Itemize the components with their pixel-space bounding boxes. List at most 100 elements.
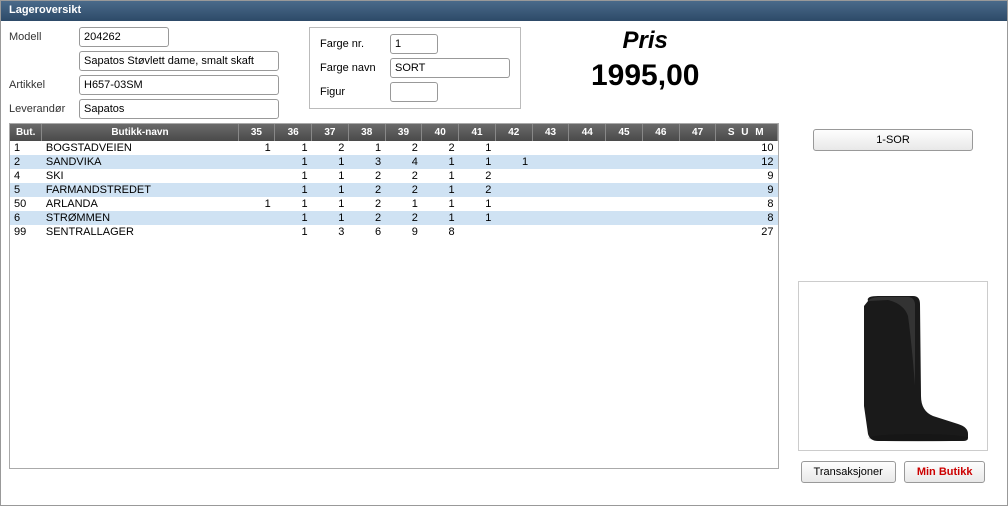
cell bbox=[495, 197, 532, 211]
cell bbox=[495, 211, 532, 225]
sor-button[interactable]: 1-SOR bbox=[813, 129, 973, 151]
cell: 50 bbox=[10, 197, 42, 211]
cell: SENTRALLAGER bbox=[42, 225, 238, 239]
cell: 27 bbox=[716, 225, 778, 239]
cell: 2 bbox=[10, 155, 42, 169]
cell: 2 bbox=[459, 169, 496, 183]
cell: 1 bbox=[459, 155, 496, 169]
boot-icon bbox=[808, 286, 978, 446]
cell bbox=[495, 141, 532, 155]
cell: 1 bbox=[275, 155, 312, 169]
cell bbox=[495, 225, 532, 239]
cell: 1 bbox=[312, 155, 349, 169]
cell bbox=[642, 169, 679, 183]
cell: 1 bbox=[422, 169, 459, 183]
cell bbox=[532, 225, 569, 239]
cell: 1 bbox=[422, 211, 459, 225]
col-header[interactable]: 44 bbox=[569, 124, 606, 141]
col-header[interactable]: 42 bbox=[495, 124, 532, 141]
col-header[interactable]: 39 bbox=[385, 124, 422, 141]
col-header[interactable]: 43 bbox=[532, 124, 569, 141]
cell bbox=[679, 155, 716, 169]
modell-input[interactable] bbox=[79, 27, 169, 47]
artikkel-input[interactable] bbox=[79, 75, 279, 95]
color-form: Farge nr. Farge navn Figur bbox=[309, 27, 521, 109]
cell: SANDVIKA bbox=[42, 155, 238, 169]
cell: SKI bbox=[42, 169, 238, 183]
price-block: Pris 1995,00 bbox=[591, 27, 699, 119]
table-row[interactable]: 4SKI1122129 bbox=[10, 169, 778, 183]
cell: 2 bbox=[385, 183, 422, 197]
cell: 2 bbox=[312, 141, 349, 155]
cell: 1 bbox=[275, 211, 312, 225]
cell bbox=[569, 141, 606, 155]
cell: 6 bbox=[348, 225, 385, 239]
col-header[interactable]: But. bbox=[10, 124, 42, 141]
col-header[interactable]: 46 bbox=[642, 124, 679, 141]
cell: 2 bbox=[348, 197, 385, 211]
cell: 1 bbox=[312, 211, 349, 225]
col-header[interactable]: 45 bbox=[606, 124, 643, 141]
cell: 12 bbox=[716, 155, 778, 169]
cell: 9 bbox=[385, 225, 422, 239]
right-column: 1-SOR Transaksjoner Min Butikk bbox=[787, 123, 999, 483]
cell bbox=[532, 141, 569, 155]
cell bbox=[642, 225, 679, 239]
min-butikk-button[interactable]: Min Butikk bbox=[904, 461, 986, 483]
cell: 1 bbox=[422, 183, 459, 197]
transaksjoner-button[interactable]: Transaksjoner bbox=[801, 461, 896, 483]
cell: ARLANDA bbox=[42, 197, 238, 211]
table-row[interactable]: 50ARLANDA11121118 bbox=[10, 197, 778, 211]
leverandor-input[interactable] bbox=[79, 99, 279, 119]
col-header[interactable]: 47 bbox=[679, 124, 716, 141]
cell bbox=[532, 211, 569, 225]
fargenavn-label: Farge navn bbox=[320, 62, 390, 74]
col-header[interactable]: 41 bbox=[459, 124, 496, 141]
col-header[interactable]: S U M bbox=[716, 124, 778, 141]
cell: 1 bbox=[275, 197, 312, 211]
cell bbox=[642, 183, 679, 197]
cell: 1 bbox=[275, 169, 312, 183]
cell bbox=[642, 197, 679, 211]
cell bbox=[606, 169, 643, 183]
table-row[interactable]: 5FARMANDSTREDET1122129 bbox=[10, 183, 778, 197]
cell bbox=[679, 225, 716, 239]
stock-table-wrap: But.Butikk-navn3536373839404142434445464… bbox=[9, 123, 779, 469]
cell: 2 bbox=[348, 211, 385, 225]
cell: 1 bbox=[495, 155, 532, 169]
col-header[interactable]: 40 bbox=[422, 124, 459, 141]
table-row[interactable]: 2SANDVIKA113411112 bbox=[10, 155, 778, 169]
cell bbox=[679, 169, 716, 183]
figur-label: Figur bbox=[320, 86, 390, 98]
col-header[interactable]: 36 bbox=[275, 124, 312, 141]
cell: 2 bbox=[348, 169, 385, 183]
fargenavn-input[interactable] bbox=[390, 58, 510, 78]
table-row[interactable]: 99SENTRALLAGER1369827 bbox=[10, 225, 778, 239]
cell: 2 bbox=[385, 169, 422, 183]
figur-input[interactable] bbox=[390, 82, 438, 102]
modell-label: Modell bbox=[9, 31, 79, 43]
cell: 9 bbox=[716, 169, 778, 183]
cell bbox=[532, 169, 569, 183]
cell bbox=[606, 225, 643, 239]
col-header[interactable]: Butikk-navn bbox=[42, 124, 238, 141]
cell bbox=[238, 225, 275, 239]
leverandor-label: Leverandør bbox=[9, 103, 79, 115]
cell: 4 bbox=[385, 155, 422, 169]
cell: 2 bbox=[348, 183, 385, 197]
fargenr-input[interactable] bbox=[390, 34, 438, 54]
table-row[interactable]: 6STRØMMEN1122118 bbox=[10, 211, 778, 225]
description-input[interactable] bbox=[79, 51, 279, 71]
cell: 5 bbox=[10, 183, 42, 197]
cell bbox=[606, 155, 643, 169]
cell bbox=[606, 141, 643, 155]
cell bbox=[238, 183, 275, 197]
cell: 10 bbox=[716, 141, 778, 155]
col-header[interactable]: 38 bbox=[348, 124, 385, 141]
col-header[interactable]: 37 bbox=[312, 124, 349, 141]
main-row: But.Butikk-navn3536373839404142434445464… bbox=[1, 123, 1007, 483]
col-header[interactable]: 35 bbox=[238, 124, 275, 141]
cell: FARMANDSTREDET bbox=[42, 183, 238, 197]
table-row[interactable]: 1BOGSTADVEIEN112122110 bbox=[10, 141, 778, 155]
cell bbox=[238, 169, 275, 183]
